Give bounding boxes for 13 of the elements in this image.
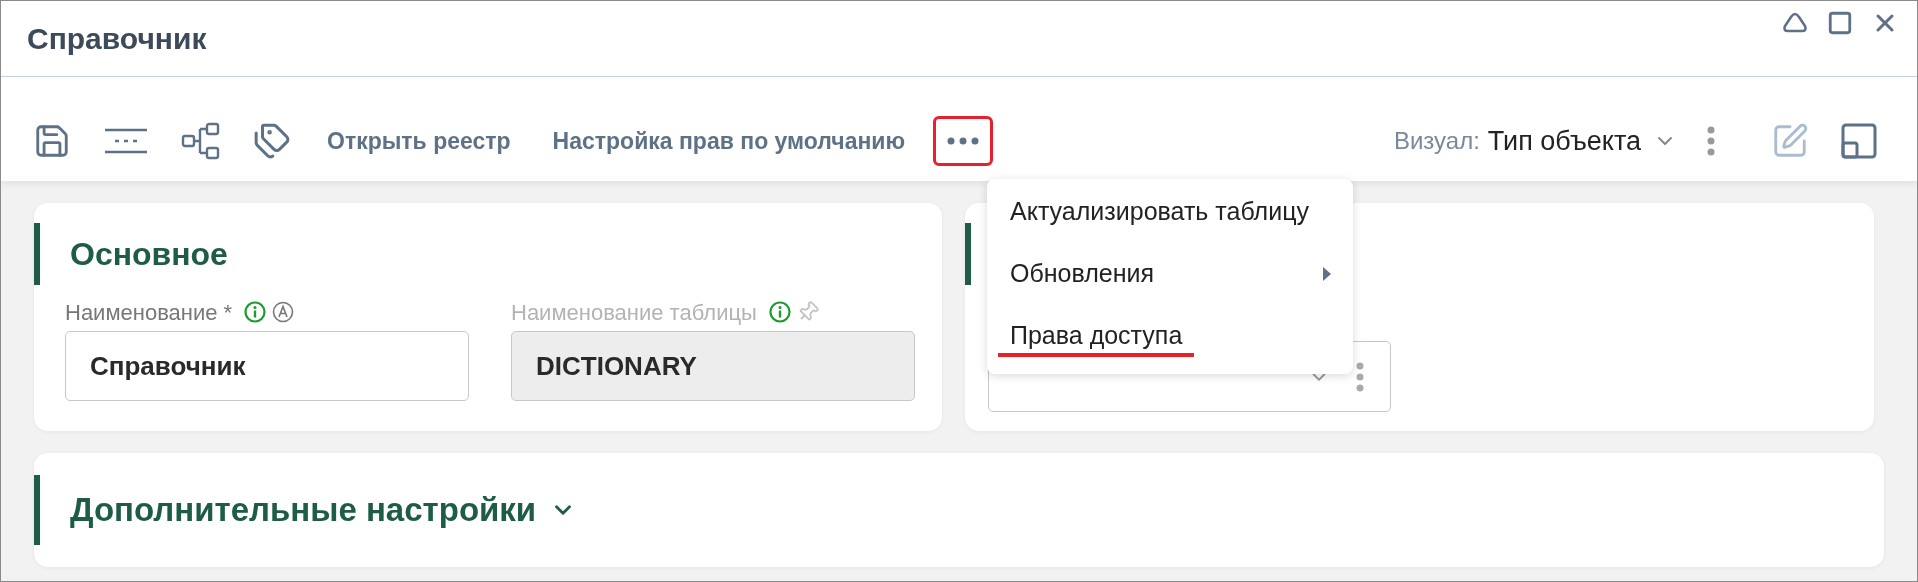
toolbar-link[interactable]: Настройка прав по умолчанию [552,123,906,159]
text-field[interactable]: Справочник [65,331,469,401]
window-title: Справочник [27,21,207,57]
field-label: Наименование * [65,298,233,327]
field-label: Наименование таблицы [511,298,757,327]
section-title: Основное [70,235,228,274]
visual-select[interactable]: Тип объекта [1487,120,1677,162]
toolbar-link[interactable]: Открыть реестр [327,123,511,159]
menu-item[interactable]: Права доступа [1010,305,1331,367]
visual-label: Визуал: [1393,126,1480,156]
section-title: Дополнительные настройки [70,490,537,531]
menu-item[interactable]: Актуализировать таблицу [1010,181,1331,243]
menu-item[interactable]: Обновления [1010,243,1331,305]
